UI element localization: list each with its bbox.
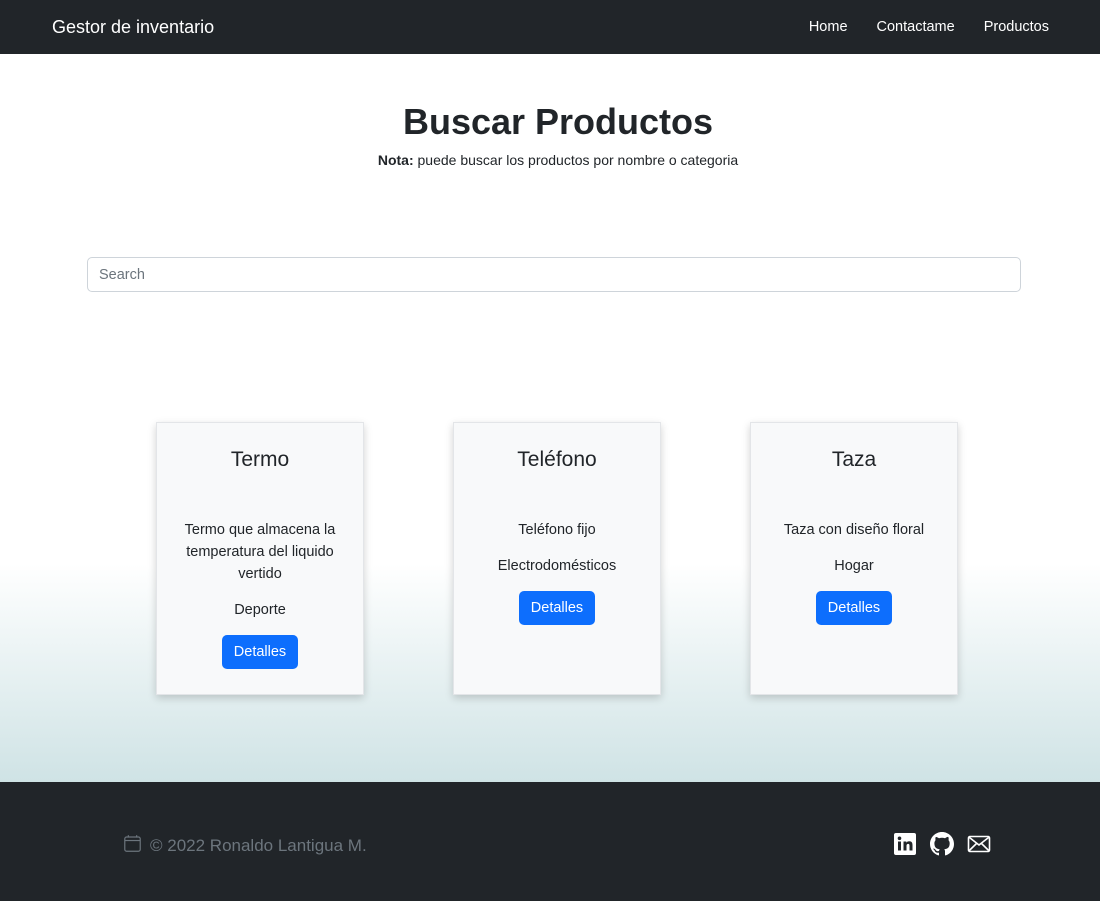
- details-button[interactable]: Detalles: [221, 635, 299, 669]
- product-category: Deporte: [234, 602, 286, 618]
- details-button[interactable]: Detalles: [815, 591, 893, 625]
- linkedin-icon[interactable]: [893, 832, 917, 856]
- nav-link-productos[interactable]: Productos: [984, 18, 1049, 36]
- details-button[interactable]: Detalles: [518, 591, 596, 625]
- product-title: Termo: [230, 448, 290, 471]
- product-description: Teléfono fijo: [518, 522, 596, 538]
- social-links: [893, 832, 991, 856]
- footer: © 2022 Ronaldo Lantigua M.: [0, 782, 1100, 901]
- product-card-taza: Taza Taza con diseño floral Hogar Detall…: [750, 422, 958, 695]
- product-category: Hogar: [834, 558, 874, 574]
- note-label: Nota:: [377, 152, 414, 168]
- navbar-brand[interactable]: Gestor de inventario: [52, 16, 214, 38]
- copyright-text: © 2022 Ronaldo Lantigua M.: [150, 836, 367, 855]
- navbar: Gestor de inventario Home Contactame Pro…: [0, 0, 1100, 54]
- search-input[interactable]: [87, 257, 1021, 292]
- product-category: Electrodomésticos: [497, 558, 617, 574]
- calendar-icon: [123, 834, 142, 858]
- product-description: Taza con diseño floral: [783, 522, 925, 538]
- product-card-telefono: Teléfono Teléfono fijo Electrodomésticos…: [453, 422, 661, 695]
- github-icon[interactable]: [930, 832, 954, 856]
- main-content: Buscar Productos Nota: puede buscar los …: [0, 54, 1100, 782]
- nav-link-home[interactable]: Home: [809, 18, 848, 36]
- page-title: Buscar Productos: [402, 101, 714, 142]
- search-note: Nota: puede buscar los productos por nom…: [0, 151, 1100, 169]
- note-text: puede buscar los productos por nombre o …: [413, 152, 739, 168]
- product-title: Teléfono: [517, 448, 597, 471]
- envelope-icon[interactable]: [967, 832, 991, 856]
- nav-links: Home Contactame Productos: [809, 18, 1049, 36]
- product-card-termo: Termo Termo que almacena la temperatura …: [156, 422, 364, 695]
- product-description: Termo que almacena la temperatura del li…: [184, 522, 336, 582]
- nav-link-contactame[interactable]: Contactame: [877, 18, 955, 36]
- copyright: © 2022 Ronaldo Lantigua M.: [123, 834, 367, 858]
- product-title: Taza: [831, 448, 877, 471]
